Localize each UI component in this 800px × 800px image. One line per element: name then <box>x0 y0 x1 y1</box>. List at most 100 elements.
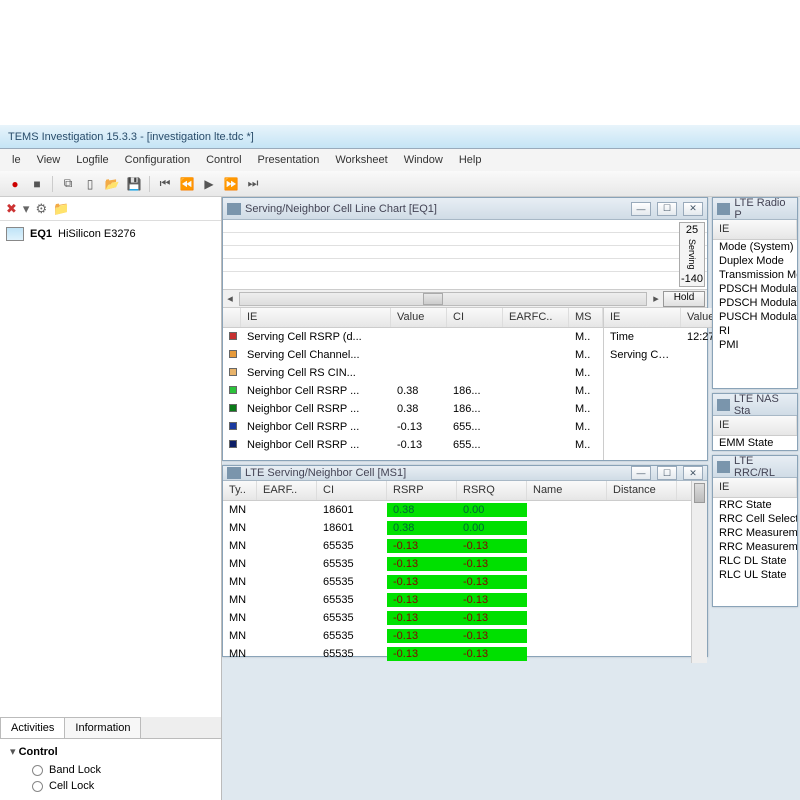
list-item[interactable]: EMM State <box>713 436 797 450</box>
rewind-icon[interactable]: ⏪ <box>178 175 196 193</box>
list-item[interactable]: Duplex Mode <box>713 254 797 268</box>
sidebar-toolbar: ✖ ▾ ⚙ 📁 <box>0 197 221 221</box>
table-row[interactable]: Neighbor Cell RSRP ...-0.13655...M.. <box>223 418 603 436</box>
panel-title: LTE Radio P <box>734 197 793 221</box>
device-name: HiSilicon E3276 <box>58 228 136 240</box>
list-item[interactable]: Mode (System) <box>713 240 797 254</box>
app-title: TEMS Investigation 15.3.3 - [investigati… <box>8 131 254 143</box>
panel-title: LTE Serving/Neighbor Cell [MS1] <box>245 467 406 479</box>
radio-icon <box>32 781 43 792</box>
list-item[interactable]: PMI <box>713 338 797 352</box>
tree-control[interactable]: Control <box>10 745 211 758</box>
list-item[interactable]: RRC State <box>713 498 797 512</box>
device-item[interactable]: EQ1 HiSilicon E3276 <box>6 227 215 241</box>
list-item[interactable]: Transmission Mo <box>713 268 797 282</box>
mdi-area: Serving/Neighbor Cell Line Chart [EQ1] —… <box>222 197 800 800</box>
table-row[interactable]: MN65535-0.13-0.13 <box>223 591 691 609</box>
doc-icon[interactable]: ▯ <box>81 175 99 193</box>
panel-lte-rrc: LTE RRC/RL IE RRC StateRRC Cell SelectiR… <box>712 455 798 607</box>
tree-band-lock[interactable]: Band Lock <box>10 762 211 778</box>
tab-information[interactable]: Information <box>64 717 141 738</box>
tab-activities[interactable]: Activities <box>0 717 65 738</box>
table-row[interactable]: Neighbor Cell RSRP ...0.38186...M.. <box>223 400 603 418</box>
menu-file[interactable]: le <box>4 151 29 169</box>
list-item[interactable]: RRC Measureme <box>713 526 797 540</box>
chart-scrollbar[interactable]: ◂▸ Hold <box>223 290 707 308</box>
table-row[interactable]: MN65535-0.13-0.13 <box>223 627 691 645</box>
hold-button[interactable]: Hold <box>663 291 705 307</box>
table-row[interactable]: MN65535-0.13-0.13 <box>223 573 691 591</box>
table-row[interactable]: Serving Cell RSRP (d...M.. <box>223 328 603 346</box>
maximize-button[interactable]: ☐ <box>657 466 677 480</box>
delete-icon[interactable]: ✖ <box>6 201 17 217</box>
menu-help[interactable]: Help <box>451 151 490 169</box>
menu-control[interactable]: Control <box>198 151 249 169</box>
skip-next-icon[interactable]: ⏭ <box>244 175 262 193</box>
menu-presentation[interactable]: Presentation <box>250 151 328 169</box>
list-item[interactable]: RRC Measureme <box>713 540 797 554</box>
record-icon[interactable]: ● <box>6 175 24 193</box>
panel-lte-nas: LTE NAS Sta IE EMM State <box>712 393 798 451</box>
menu-window[interactable]: Window <box>396 151 451 169</box>
close-button[interactable]: ✕ <box>683 466 703 480</box>
toolbar: ● ■ ⧉ ▯ 📂 💾 ⏮ ⏪ ▶ ⏩ ⏭ <box>0 171 800 197</box>
list-item[interactable]: RI <box>713 324 797 338</box>
table-row[interactable]: Serving Cell Channel...M.. <box>223 346 603 364</box>
forward-icon[interactable]: ⏩ <box>222 175 240 193</box>
play-icon[interactable]: ▶ <box>200 175 218 193</box>
gear-icon[interactable]: ⚙ <box>35 201 47 217</box>
menu-logfile[interactable]: Logfile <box>68 151 116 169</box>
list-item[interactable]: RLC UL State <box>713 568 797 582</box>
menu-configuration[interactable]: Configuration <box>117 151 198 169</box>
table-row[interactable]: MN186010.380.00 <box>223 519 691 537</box>
close-button[interactable]: ✕ <box>683 202 703 216</box>
menu-worksheet[interactable]: Worksheet <box>327 151 395 169</box>
sidebar-tabs: Activities Information <box>0 717 221 739</box>
table-row[interactable]: MN65535-0.13-0.13 <box>223 537 691 555</box>
panel-title: LTE NAS Sta <box>734 393 793 417</box>
open-icon[interactable]: 📂 <box>103 175 121 193</box>
device-code: EQ1 <box>30 228 52 240</box>
save-icon[interactable]: 💾 <box>125 175 143 193</box>
table-icon <box>227 467 241 479</box>
down-icon[interactable]: ▾ <box>23 201 30 217</box>
list-item[interactable]: PDSCH Modulati <box>713 296 797 310</box>
table-row[interactable]: MN65535-0.13-0.13 <box>223 645 691 663</box>
grid-header[interactable]: IEValueCIEARFC..MS <box>223 308 603 328</box>
list-item[interactable]: RLC DL State <box>713 554 797 568</box>
table-row[interactable]: Neighbor Cell RSRP ...0.38186...M.. <box>223 382 603 400</box>
table-row[interactable]: Serving Cell RS CIN...M.. <box>223 364 603 382</box>
grid-header[interactable]: Ty..EARF..CIRSRPRSRQNameDistance <box>223 481 691 501</box>
table-icon <box>717 399 730 411</box>
table-row[interactable]: MN65535-0.13-0.13 <box>223 609 691 627</box>
title-bar: TEMS Investigation 15.3.3 - [investigati… <box>0 125 800 149</box>
table-row[interactable]: MN186010.380.00 <box>223 501 691 519</box>
list-item[interactable]: RRC Cell Selecti <box>713 512 797 526</box>
radio-icon <box>32 765 43 776</box>
panel-title: LTE RRC/RL <box>734 455 793 479</box>
minimize-button[interactable]: — <box>631 466 651 480</box>
left-sidebar: ✖ ▾ ⚙ 📁 EQ1 HiSilicon E3276 Activities I… <box>0 197 222 800</box>
table-row[interactable]: Neighbor Cell RSRP ...-0.13655...M.. <box>223 436 603 454</box>
activities-tree: Control Band Lock Cell Lock <box>0 739 221 800</box>
menu-bar: le View Logfile Configuration Control Pr… <box>0 149 800 171</box>
vertical-scrollbar[interactable] <box>691 481 707 663</box>
list-item[interactable]: PDSCH Modulati <box>713 282 797 296</box>
minimize-button[interactable]: — <box>631 202 651 216</box>
table-row[interactable]: MN65535-0.13-0.13 <box>223 555 691 573</box>
panel-lte-radio: LTE Radio P IE Mode (System)Duplex ModeT… <box>712 197 798 389</box>
tree-cell-lock[interactable]: Cell Lock <box>10 778 211 794</box>
panel-serving-neighbor: LTE Serving/Neighbor Cell [MS1] — ☐ ✕ Ty… <box>222 465 708 657</box>
menu-view[interactable]: View <box>29 151 69 169</box>
table-icon <box>717 203 730 215</box>
copy-icon[interactable]: ⧉ <box>59 175 77 193</box>
chart-canvas: 25 Serving -140 <box>223 220 707 290</box>
chart-icon <box>227 203 241 215</box>
stop-icon[interactable]: ■ <box>28 175 46 193</box>
list-item[interactable]: PUSCH Modulati <box>713 310 797 324</box>
panel-line-chart: Serving/Neighbor Cell Line Chart [EQ1] —… <box>222 197 708 461</box>
folder-icon[interactable]: 📁 <box>53 201 69 217</box>
skip-prev-icon[interactable]: ⏮ <box>156 175 174 193</box>
table-icon <box>717 461 730 473</box>
maximize-button[interactable]: ☐ <box>657 202 677 216</box>
